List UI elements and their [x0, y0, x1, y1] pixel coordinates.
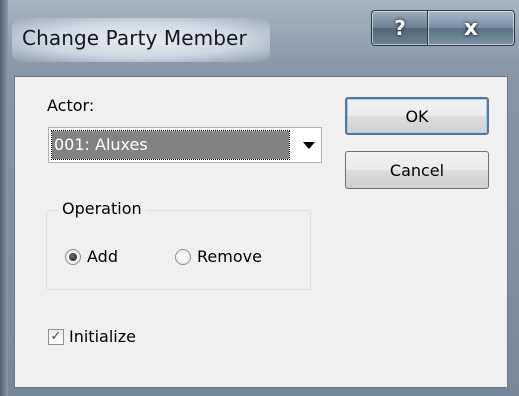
- radio-add-indicator[interactable]: [65, 248, 81, 265]
- dropdown-arrow-icon[interactable]: [303, 142, 315, 149]
- actor-selected-value: 001: Aluxes: [51, 130, 290, 160]
- radio-remove-label: Remove: [197, 247, 262, 266]
- window-title: Change Party Member: [22, 26, 247, 50]
- ok-button[interactable]: OK: [345, 97, 489, 135]
- help-icon: ?: [394, 16, 406, 40]
- radio-remove[interactable]: Remove: [175, 247, 262, 266]
- actor-label: Actor:: [47, 96, 95, 115]
- initialize-checkbox[interactable]: ✓ Initialize: [48, 327, 136, 346]
- close-icon: x: [463, 15, 479, 41]
- checkbox-check-icon[interactable]: ✓: [48, 328, 64, 345]
- cancel-button[interactable]: Cancel: [345, 151, 489, 189]
- radio-add[interactable]: Add: [65, 247, 118, 266]
- dialog-window: Change Party Member ? x Actor: 001: Alux…: [0, 0, 519, 396]
- help-button[interactable]: ?: [371, 10, 428, 46]
- actor-dropdown[interactable]: 001: Aluxes: [48, 127, 322, 163]
- close-button[interactable]: x: [427, 10, 515, 46]
- initialize-label: Initialize: [69, 327, 136, 346]
- radio-remove-indicator[interactable]: [175, 248, 191, 265]
- title-bar[interactable]: Change Party Member ? x: [0, 0, 519, 75]
- operation-group-title: Operation: [58, 199, 146, 218]
- radio-add-label: Add: [87, 247, 118, 266]
- dialog-client-area: Actor: 001: Aluxes OK Cancel Operation A…: [14, 76, 508, 388]
